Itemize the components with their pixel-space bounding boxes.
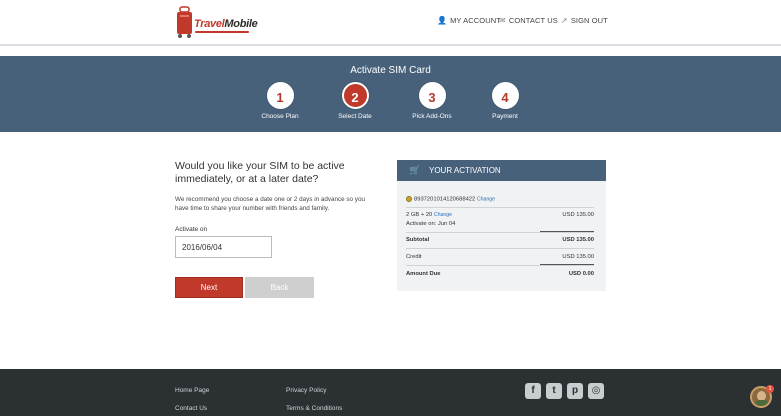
instagram-icon[interactable]: ◎ bbox=[588, 383, 604, 399]
activation-description: We recommend you choose a date one or 2 … bbox=[175, 196, 365, 212]
divider bbox=[406, 232, 594, 233]
nav-sign-out[interactable]: ➚ SIGN OUT bbox=[561, 14, 608, 26]
plan-amount: USD 135.00 bbox=[562, 212, 594, 218]
step-select-date[interactable]: 2 Select Date bbox=[325, 82, 385, 120]
activate-on-label: Activate on bbox=[175, 226, 208, 233]
amount-due-row: Amount Due USD 0.00 bbox=[406, 271, 594, 277]
activation-question: Would you like your SIM to be active imm… bbox=[175, 160, 345, 185]
travelmobile-logo[interactable]: TravelMobile bbox=[176, 6, 258, 40]
notification-badge: 1 bbox=[766, 385, 774, 393]
step-label: Choose Plan bbox=[261, 113, 299, 120]
logo-underline bbox=[195, 31, 249, 33]
footer-link-terms[interactable]: Terms & Conditions bbox=[286, 405, 342, 412]
change-sim-link[interactable]: Change bbox=[477, 197, 495, 203]
sign-out-icon: ➚ bbox=[561, 15, 568, 25]
step-number: 2 bbox=[341, 82, 369, 109]
sim-card-icon bbox=[406, 196, 412, 202]
step-label: Pick Add-Ons bbox=[412, 113, 452, 120]
footer-link-home[interactable]: Home Page bbox=[175, 387, 209, 394]
change-plan-link[interactable]: Change bbox=[434, 212, 452, 218]
nav-contact-us-label: CONTACT US bbox=[508, 15, 558, 25]
credit-row: Credit USD 135.00 bbox=[406, 254, 594, 260]
amount-due-label: Amount Due bbox=[406, 271, 441, 277]
progress-banner: Activate SIM Card 1 Choose Plan 2 Select… bbox=[0, 56, 781, 132]
activation-summary-title: YOUR ACTIVATION bbox=[429, 166, 501, 175]
step-label: Payment bbox=[492, 113, 518, 120]
nav-my-account[interactable]: 👤 MY ACCOUNT bbox=[437, 14, 501, 26]
user-icon: 👤 bbox=[437, 15, 448, 25]
facebook-icon[interactable]: f bbox=[525, 383, 541, 399]
nav-sign-out-label: SIGN OUT bbox=[570, 15, 608, 25]
pinterest-icon[interactable]: p bbox=[567, 383, 583, 399]
page-title: Activate SIM Card bbox=[350, 65, 431, 76]
nav-my-account-label: MY ACCOUNT bbox=[450, 15, 501, 25]
step-choose-plan[interactable]: 1 Choose Plan bbox=[250, 82, 310, 120]
logo-text: TravelMobile bbox=[194, 18, 258, 30]
subtotal-row: Subtotal USD 135.00 bbox=[406, 237, 594, 243]
next-button[interactable]: Next bbox=[175, 277, 243, 298]
credit-label: Credit bbox=[406, 254, 422, 260]
step-number: 4 bbox=[491, 82, 519, 109]
activation-summary-header: 🛒 YOUR ACTIVATION bbox=[397, 160, 606, 181]
suitcase-icon bbox=[177, 6, 192, 38]
envelope-icon: ✉ bbox=[499, 15, 506, 25]
back-button[interactable]: Back bbox=[245, 277, 314, 298]
site-header: TravelMobile 👤 MY ACCOUNT ✉ CONTACT US ➚… bbox=[0, 0, 781, 46]
divider bbox=[406, 248, 594, 249]
activation-summary: 🛒 YOUR ACTIVATION 8937201014120688422 Ch… bbox=[397, 160, 606, 291]
sim-number: 8937201014120688422 bbox=[414, 196, 476, 203]
step-number: 3 bbox=[418, 82, 446, 109]
subtotal-label: Subtotal bbox=[406, 237, 430, 243]
footer-link-privacy[interactable]: Privacy Policy bbox=[286, 387, 326, 394]
activate-date-line: Activate on: Jun 04 bbox=[406, 221, 456, 227]
step-number: 1 bbox=[266, 82, 294, 109]
divider bbox=[406, 265, 594, 266]
plan-line: 2 GB + 20 bbox=[406, 212, 433, 218]
divider bbox=[406, 207, 594, 208]
nav-contact-us[interactable]: ✉ CONTACT US bbox=[499, 14, 558, 26]
step-label: Select Date bbox=[338, 113, 372, 120]
sim-number-row: 8937201014120688422 Change bbox=[406, 196, 594, 203]
step-pick-add-ons[interactable]: 3 Pick Add-Ons bbox=[402, 82, 462, 120]
footer-link-contact[interactable]: Contact Us bbox=[175, 405, 207, 412]
activate-date-input[interactable] bbox=[175, 236, 272, 258]
step-payment[interactable]: 4 Payment bbox=[475, 82, 535, 120]
twitter-icon[interactable]: t bbox=[546, 383, 562, 399]
amount-due-amount: USD 0.00 bbox=[568, 271, 594, 277]
plan-row: 2 GB + 20 Change USD 135.00 bbox=[406, 212, 594, 218]
credit-amount: USD 135.00 bbox=[562, 254, 594, 260]
subtotal-amount: USD 135.00 bbox=[562, 237, 594, 243]
site-footer bbox=[0, 369, 781, 416]
activate-date-row: Activate on: Jun 04 bbox=[406, 221, 594, 227]
cart-icon: 🛒 bbox=[409, 165, 421, 175]
